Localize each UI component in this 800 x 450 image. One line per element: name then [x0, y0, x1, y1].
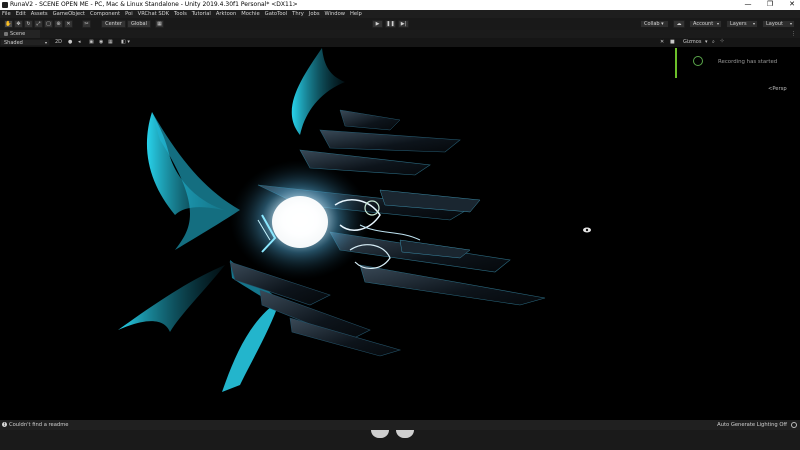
status-message[interactable]: Couldn't find a readme	[9, 420, 68, 430]
recording-indicator-bar	[675, 48, 677, 78]
collab-dropdown[interactable]: Collab ▾	[640, 20, 669, 28]
tools-icon: ✂	[84, 21, 89, 27]
scene-icon	[4, 31, 8, 36]
move-icon: ✥	[16, 21, 21, 27]
grid-toggle-icon[interactable]: ▦	[108, 38, 113, 47]
custom-tool-button[interactable]: ✕	[64, 20, 73, 28]
menu-mochie[interactable]: Mochie	[241, 10, 259, 18]
2d-toggle[interactable]: 2D	[55, 38, 62, 47]
maximize-button[interactable]: ❐	[763, 0, 777, 10]
cyan-blade-left	[146, 112, 240, 250]
perspective-toggle[interactable]: <Persp	[768, 86, 787, 92]
recording-overlay: Recording has started	[672, 48, 800, 78]
rotate-icon: ↻	[26, 21, 31, 27]
layout-dropdown[interactable]: Layout ▾	[762, 20, 795, 28]
hand-tool-button[interactable]: ✋	[4, 20, 13, 28]
transform-icon: ⊕	[56, 21, 61, 27]
rect-icon: ▢	[46, 21, 51, 27]
cloud-button[interactable]: ☁	[673, 20, 685, 28]
recording-icon	[693, 56, 703, 66]
rect-tool-button[interactable]: ▢	[44, 20, 53, 28]
caret-down-icon: ▾	[789, 21, 792, 26]
step-button[interactable]: ▶|	[398, 20, 409, 28]
spinner-icon	[791, 422, 797, 428]
menu-arktoon[interactable]: Arktoon	[216, 10, 236, 18]
eye-marker-icon[interactable]	[583, 227, 591, 233]
tab-scene-label: Scene	[10, 31, 26, 37]
close-button[interactable]: ✕	[785, 0, 799, 10]
move-tool-button[interactable]: ✥	[14, 20, 23, 28]
layout-label: Layout	[766, 21, 783, 27]
caret-down-icon: ▾	[716, 21, 719, 26]
pause-icon: ❚❚	[386, 21, 395, 27]
scene-render	[118, 48, 591, 392]
camera-icon[interactable]: ■	[670, 38, 675, 47]
tab-scene[interactable]: Scene	[0, 30, 40, 38]
caret-down-icon: ▾	[752, 21, 755, 26]
menu-gameobject[interactable]: GameObject	[53, 10, 85, 18]
menu-tutorial[interactable]: Tutorial	[192, 10, 211, 18]
recording-message: Recording has started	[718, 59, 778, 65]
scale-icon: ⤢	[36, 21, 41, 27]
menu-vrchat-sdk[interactable]: VRChat SDK	[138, 10, 169, 18]
account-dropdown[interactable]: Account ▾	[689, 20, 722, 28]
audio-toggle-icon[interactable]: ◂	[78, 38, 81, 47]
cyan-blade-top	[291, 48, 345, 135]
scene-viewport[interactable]	[0, 47, 800, 420]
wrench-icon: ✕	[66, 21, 71, 27]
menu-window[interactable]: Window	[325, 10, 345, 18]
step-icon: ▶|	[400, 21, 407, 27]
menu-help[interactable]: Help	[350, 10, 362, 18]
pivot-toggle[interactable]: Center	[101, 20, 126, 28]
gizmos-dropdown[interactable]: Gizmos	[683, 38, 701, 47]
unity-icon	[2, 2, 8, 8]
effects-toggle-icon[interactable]: ▣	[89, 38, 94, 47]
grid-snap-button[interactable]: ▦	[155, 20, 164, 28]
rotate-tool-button[interactable]: ↻	[24, 20, 33, 28]
scale-tool-button[interactable]: ⤢	[34, 20, 43, 28]
caret-down-icon: ▾	[44, 40, 47, 45]
lighting-toggle-icon[interactable]: ●	[68, 38, 72, 47]
play-icon: ▶	[375, 21, 380, 27]
scene-gizmo-icon[interactable]: ⊹	[720, 38, 724, 44]
hidden-objects-icon[interactable]: ◉	[99, 38, 103, 47]
menu-thry[interactable]: Thry	[292, 10, 304, 18]
shading-mode-label: Shaded	[4, 40, 23, 46]
window-titlebar: RunaV2 - SCENE OPEN ME - PC, Mac & Linux…	[0, 0, 800, 10]
menu-assets[interactable]: Assets	[31, 10, 48, 18]
lighting-status[interactable]: Auto Generate Lighting Off	[717, 420, 787, 430]
menu-poi[interactable]: Poi	[125, 10, 133, 18]
cloud-icon: ☁	[676, 21, 682, 27]
menu-gatotool[interactable]: GatoTool	[265, 10, 287, 18]
menu-tools[interactable]: Tools	[174, 10, 187, 18]
global-toggle[interactable]: Global	[127, 20, 151, 28]
status-row: ! Couldn't find a readme Auto Generate L…	[0, 420, 800, 430]
info-icon: !	[2, 422, 7, 427]
minimize-button[interactable]: —	[741, 0, 755, 10]
pause-button[interactable]: ❚❚	[385, 20, 396, 28]
energy-core	[230, 160, 370, 280]
menu-component[interactable]: Component	[90, 10, 120, 18]
tools-dropdown-icon[interactable]: ◧ ▾	[121, 38, 130, 47]
tab-menu-icon[interactable]: ⋮	[791, 30, 796, 38]
move-gizmo-icon[interactable]: ✕	[660, 38, 664, 47]
account-label: Account	[693, 21, 714, 27]
layers-dropdown[interactable]: Layers ▾	[726, 20, 758, 28]
play-button[interactable]: ▶	[372, 20, 383, 28]
gizmos-caret-icon[interactable]: ▾	[705, 38, 708, 47]
transform-tool-button[interactable]: ⊕	[54, 20, 63, 28]
hand-icon: ✋	[5, 21, 12, 27]
menu-bar: File Edit Assets GameObject Component Po…	[0, 10, 800, 18]
shading-mode-dropdown[interactable]: Shaded ▾	[0, 39, 50, 46]
grid-icon: ▦	[157, 21, 162, 27]
search-field[interactable]: ⌕	[712, 38, 715, 47]
menu-file[interactable]: File	[2, 10, 11, 18]
menu-jobs[interactable]: Jobs	[309, 10, 320, 18]
cyan-blade-bottom-left	[118, 265, 225, 332]
menu-edit[interactable]: Edit	[16, 10, 26, 18]
layers-label: Layers	[730, 21, 747, 27]
window-title: RunaV2 - SCENE OPEN ME - PC, Mac & Linux…	[10, 1, 298, 8]
custom-editor-tool-button[interactable]: ✂	[82, 20, 91, 28]
